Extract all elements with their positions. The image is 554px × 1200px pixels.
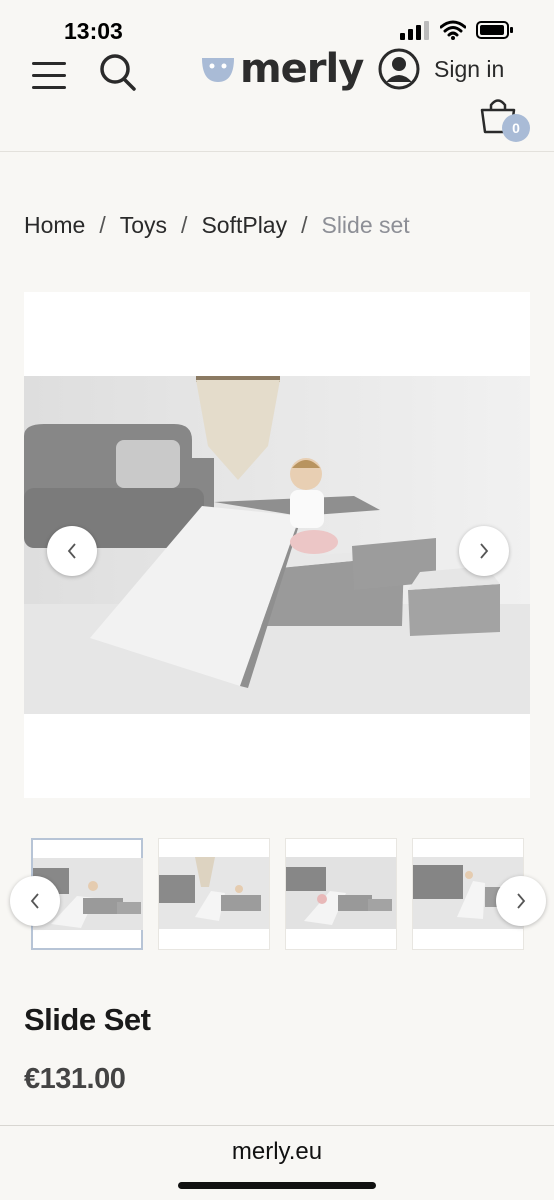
url-label[interactable]: merly.eu [0, 1138, 554, 1166]
status-icons [400, 20, 514, 40]
cart-count-badge: 0 [502, 114, 530, 142]
logo[interactable]: merly [200, 46, 364, 92]
sign-in-label: Sign in [434, 55, 505, 82]
breadcrumb-toys[interactable]: Toys [120, 212, 167, 239]
search-icon[interactable] [98, 52, 138, 92]
chevron-right-icon [517, 893, 526, 909]
breadcrumb-separator: / [301, 212, 308, 238]
sign-in-link[interactable]: Sign in [378, 48, 504, 90]
logo-mark-icon [202, 58, 234, 82]
home-indicator[interactable] [178, 1182, 376, 1189]
thumbnails-prev-button[interactable] [10, 876, 60, 926]
product-price: €131.00 [24, 1063, 126, 1095]
breadcrumb-current: Slide set [321, 212, 410, 238]
chevron-left-icon [30, 893, 39, 909]
user-icon [378, 48, 420, 90]
battery-icon [476, 21, 513, 39]
thumbnail-strip [0, 838, 554, 950]
breadcrumb-home[interactable]: Home [24, 212, 85, 239]
breadcrumb-separator: / [99, 212, 106, 238]
breadcrumb-softplay[interactable]: SoftPlay [201, 212, 287, 239]
product-main-image[interactable] [24, 376, 530, 714]
thumbnails-next-button[interactable] [496, 876, 546, 926]
product-image-gallery [24, 292, 530, 798]
logo-text: merly [240, 46, 364, 92]
prev-image-button[interactable] [47, 526, 97, 576]
next-image-button[interactable] [459, 526, 509, 576]
signal-icon [400, 21, 429, 40]
thumbnail[interactable] [158, 838, 270, 950]
product-title: Slide Set [24, 1002, 151, 1037]
wifi-icon [440, 20, 466, 40]
chevron-right-icon [480, 543, 489, 559]
menu-button[interactable] [32, 60, 68, 90]
site-header: merly Sign in 0 [0, 40, 554, 152]
browser-address-bar: merly.eu [0, 1125, 554, 1200]
breadcrumb-separator: / [181, 212, 188, 238]
breadcrumb: Home / Toys / SoftPlay / Slide set [24, 212, 410, 239]
cart-button[interactable]: 0 [478, 96, 534, 144]
chevron-left-icon [67, 543, 76, 559]
thumbnail[interactable] [285, 838, 397, 950]
